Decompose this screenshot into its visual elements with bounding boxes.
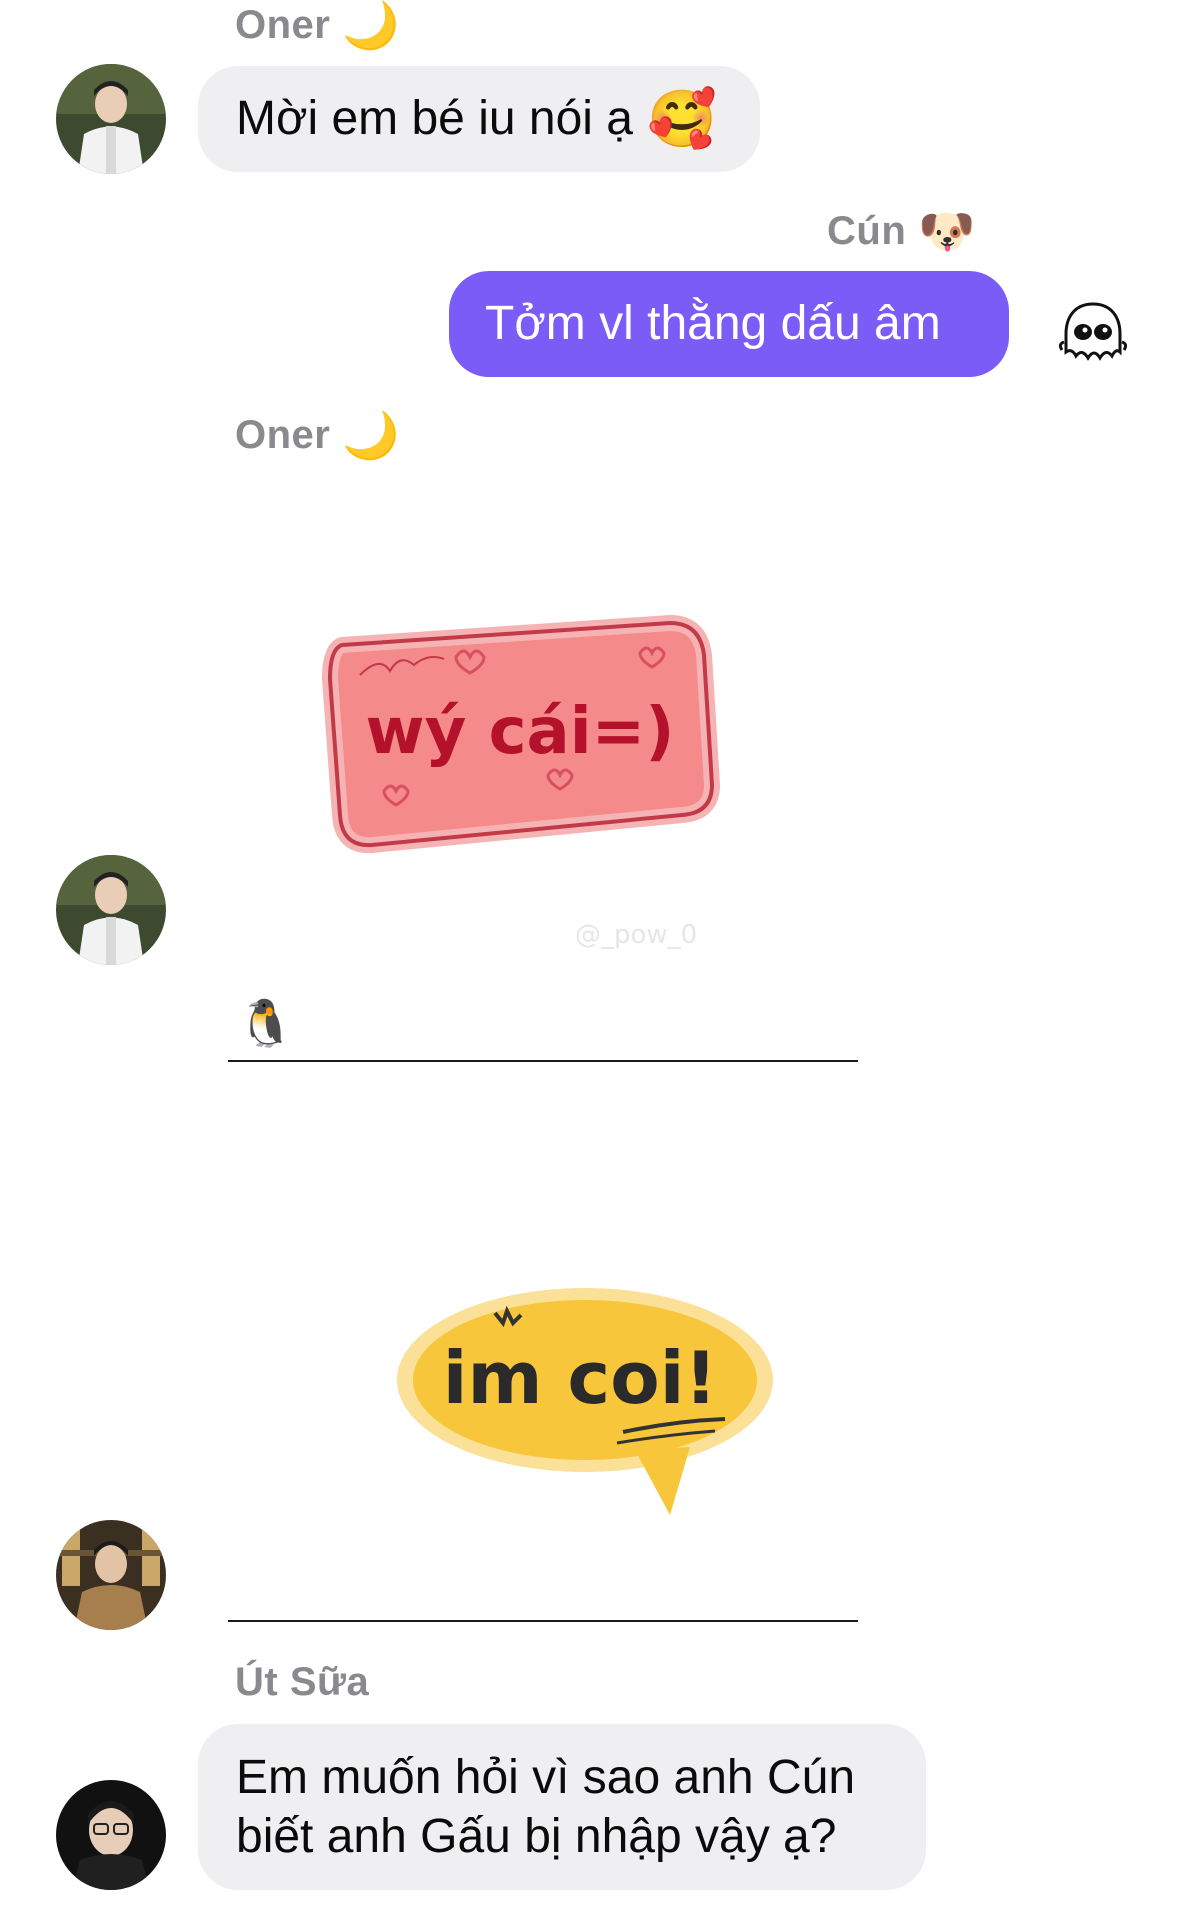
reply-divider-bottom bbox=[228, 1620, 858, 1622]
avatar-faker[interactable] bbox=[56, 1520, 166, 1630]
sender-label: Út Sữa bbox=[235, 1660, 370, 1704]
avatar-oner-photo bbox=[56, 855, 166, 965]
sender-name-oner: Oner 🌙 bbox=[235, 412, 400, 458]
sticker-wy-cai[interactable]: wý cái=) bbox=[320, 605, 720, 870]
sender-label: Oner bbox=[235, 412, 331, 457]
sticker-im-coi[interactable]: im coi! bbox=[385, 1275, 805, 1530]
avatar-faker-photo bbox=[56, 1520, 166, 1630]
message-bubble-ut-sua[interactable]: Em muốn hỏi vì sao anh Cún biết anh Gấu … bbox=[198, 1724, 926, 1890]
message-text-line2: biết anh Gấu bị nhập vậy ạ? bbox=[236, 1810, 837, 1863]
avatar-oner[interactable] bbox=[56, 64, 166, 174]
ghost-sticker-icon bbox=[1058, 300, 1128, 377]
sender-name-ut-sua: Út Sữa bbox=[235, 1660, 369, 1705]
sticker-watermark: @_pow_0 bbox=[575, 920, 698, 950]
sender-name-oner: Oner 🌙 bbox=[235, 2, 400, 48]
chat-thread: Oner 🌙 Mời em bé iu nói ạ 🥰 Cún 🐶 Tởm vl… bbox=[0, 0, 1200, 1920]
penguin-emoji: 🐧 bbox=[237, 997, 295, 1049]
moon-emoji: 🌙 bbox=[342, 409, 401, 461]
avatar-ut-sua-photo bbox=[56, 1780, 166, 1890]
sender-label: Oner bbox=[235, 2, 331, 47]
smiling-hearts-emoji: 🥰 bbox=[646, 87, 717, 150]
moon-emoji: 🌙 bbox=[342, 0, 401, 51]
sender-name-cun: Cún 🐶 bbox=[827, 208, 976, 254]
sticker-text: im coi! bbox=[443, 1336, 717, 1420]
message-text: Mời em bé iu nói ạ bbox=[236, 91, 633, 145]
message-text-line1: Em muốn hỏi vì sao anh Cún bbox=[236, 1751, 856, 1805]
dog-face-emoji: 🐶 bbox=[918, 205, 977, 257]
message-bubble-cun[interactable]: Tởm vl thằng dấu âm bbox=[449, 271, 1009, 377]
avatar-oner-photo bbox=[56, 64, 166, 174]
sender-label: Cún bbox=[827, 208, 907, 253]
message-text: Tởm vl thằng dấu âm bbox=[485, 296, 941, 350]
avatar-ut-sua[interactable] bbox=[56, 1780, 166, 1890]
sticker-text: wý cái=) bbox=[365, 695, 674, 769]
reply-divider-top bbox=[228, 1060, 858, 1062]
avatar-oner[interactable] bbox=[56, 855, 166, 965]
message-bubble-oner-1[interactable]: Mời em bé iu nói ạ 🥰 bbox=[198, 66, 760, 172]
